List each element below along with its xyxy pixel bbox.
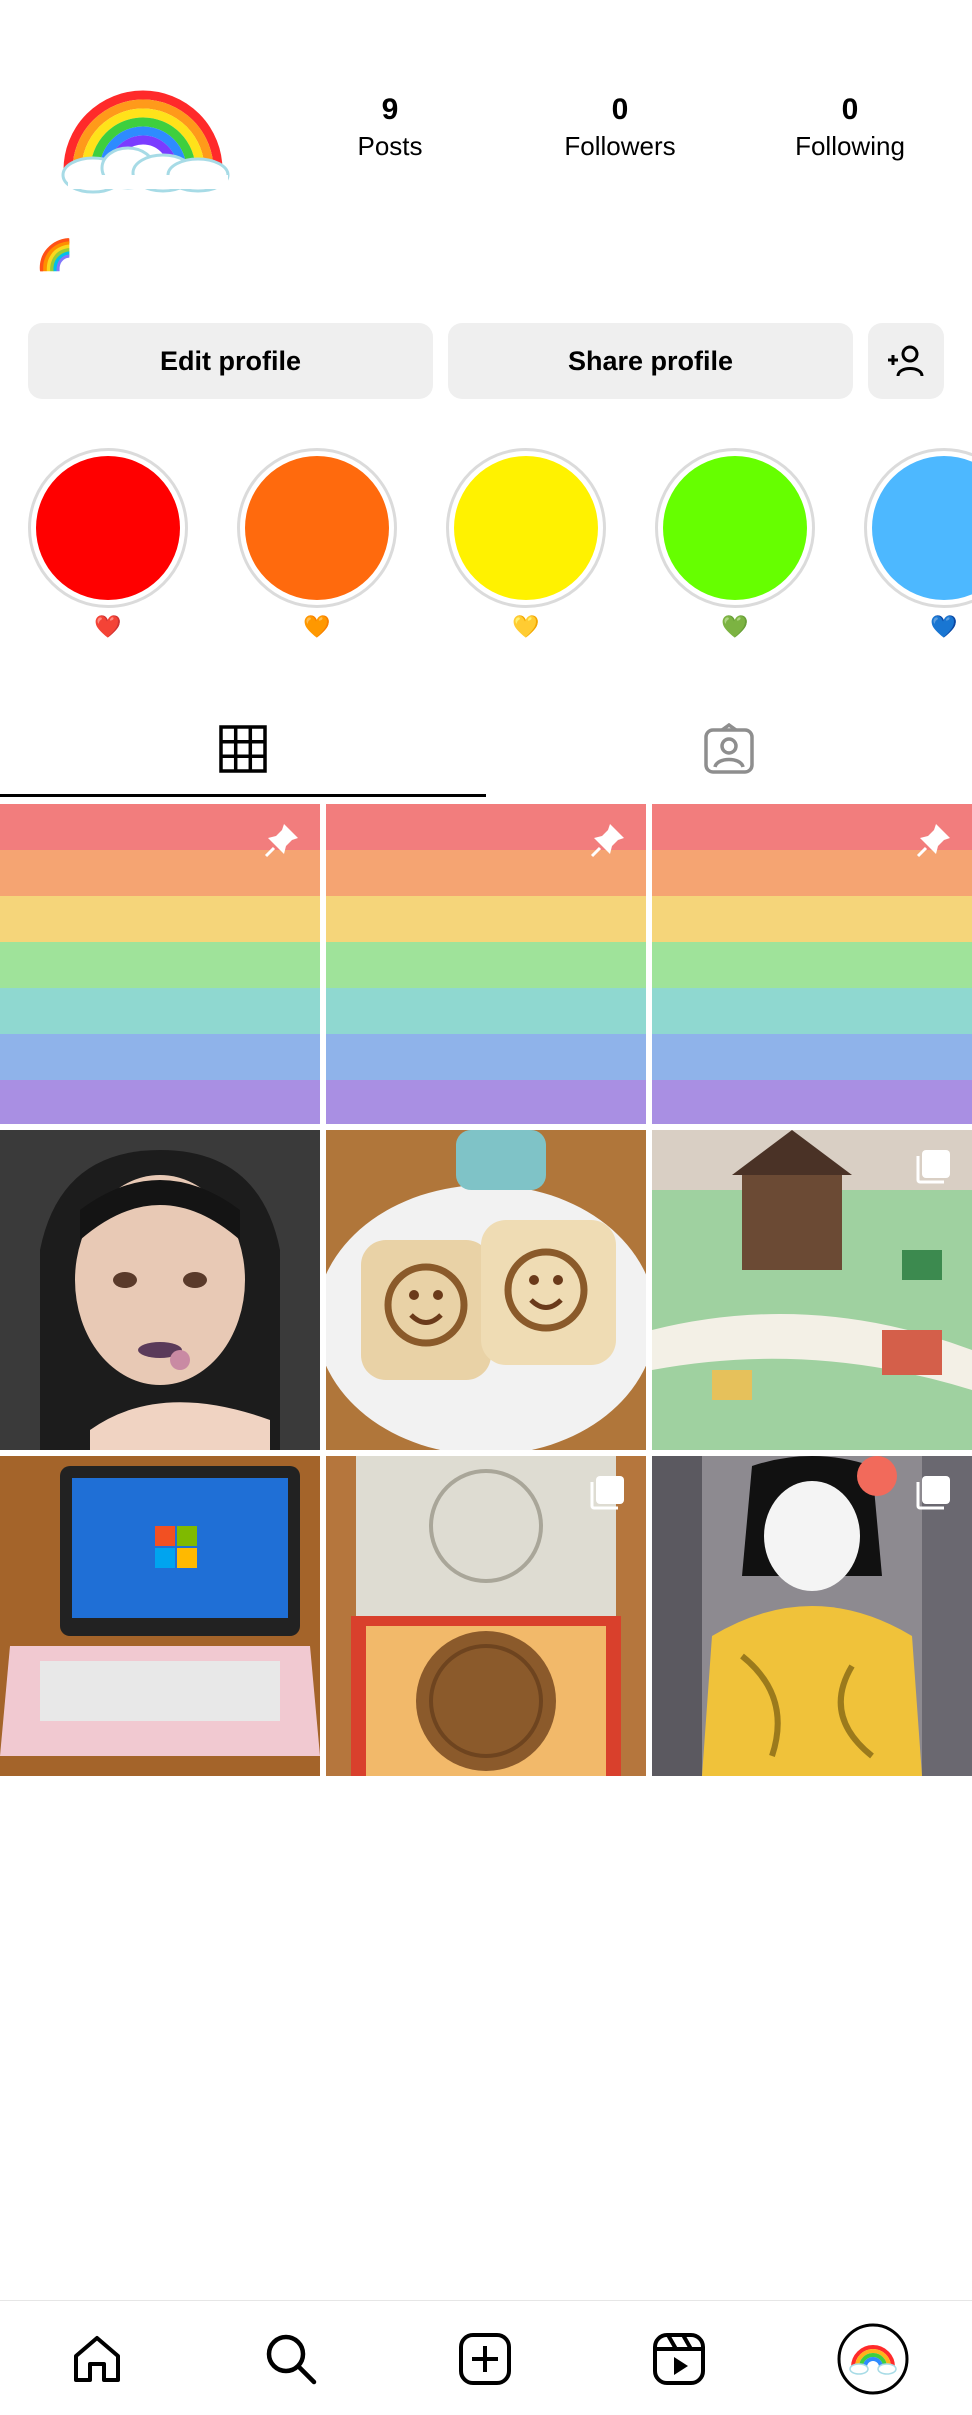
story-highlights: ❤️ 🧡 💛 💚 💙 bbox=[0, 448, 972, 648]
following-label: Following bbox=[795, 131, 905, 161]
highlight-ring bbox=[446, 448, 606, 608]
highlight-blue[interactable]: 💙 bbox=[864, 448, 972, 648]
post-thumbnail[interactable] bbox=[0, 1130, 320, 1450]
add-person-button[interactable] bbox=[868, 323, 944, 399]
highlight-cover bbox=[663, 456, 807, 600]
nav-profile[interactable] bbox=[776, 2301, 970, 2415]
nav-new-post[interactable] bbox=[388, 2301, 582, 2415]
edit-profile-button[interactable]: Edit profile bbox=[28, 323, 433, 399]
highlight-ring bbox=[28, 448, 188, 608]
followers-label: Followers bbox=[564, 131, 676, 161]
post-thumbnail[interactable] bbox=[326, 1130, 646, 1450]
pin-icon bbox=[264, 824, 298, 858]
post-thumbnail[interactable] bbox=[0, 1456, 320, 1776]
highlight-yellow[interactable]: 💛 bbox=[446, 448, 606, 648]
profile-stats: 9 Posts 0 Followers 0 Following bbox=[290, 92, 950, 172]
posts-stat[interactable]: 9 Posts bbox=[290, 92, 490, 172]
highlight-green[interactable]: 💚 bbox=[655, 448, 815, 648]
tab-posts-grid[interactable] bbox=[0, 700, 486, 798]
reels-icon bbox=[653, 2332, 705, 2385]
smiley-toast-photo bbox=[326, 1130, 646, 1450]
highlight-cover bbox=[36, 456, 180, 600]
nav-home[interactable] bbox=[0, 2301, 194, 2415]
followers-stat[interactable]: 0 Followers bbox=[520, 92, 720, 172]
highlight-label: ❤️ bbox=[94, 614, 122, 639]
profile-avatar[interactable] bbox=[38, 55, 248, 225]
post-thumbnail[interactable] bbox=[652, 1456, 972, 1776]
highlight-cover bbox=[454, 456, 598, 600]
post-thumbnail[interactable] bbox=[326, 804, 646, 1124]
highlight-cover bbox=[872, 456, 972, 600]
profile-avatar-icon bbox=[837, 2323, 909, 2394]
post-thumbnail[interactable] bbox=[652, 804, 972, 1124]
highlight-orange[interactable]: 🧡 bbox=[237, 448, 397, 648]
post-thumbnail[interactable] bbox=[652, 1130, 972, 1450]
highlight-ring bbox=[864, 448, 972, 608]
bottom-navigation bbox=[0, 2300, 972, 2415]
highlight-ring bbox=[655, 448, 815, 608]
posts-grid bbox=[0, 804, 972, 1776]
following-count: 0 bbox=[841, 93, 859, 126]
highlight-label: 💚 bbox=[721, 614, 749, 639]
selfie-photo bbox=[0, 1130, 320, 1450]
post-thumbnail[interactable] bbox=[0, 804, 320, 1124]
followers-count: 0 bbox=[611, 93, 629, 126]
profile-page: 9 Posts 0 Followers 0 Following 🌈 Edit p… bbox=[0, 0, 972, 2415]
highlight-cover bbox=[245, 456, 389, 600]
highlight-label: 🧡 bbox=[303, 614, 331, 639]
home-icon bbox=[74, 2335, 120, 2382]
highlight-label: 💙 bbox=[930, 614, 958, 639]
highlight-ring bbox=[237, 448, 397, 608]
active-tab-indicator bbox=[0, 794, 486, 797]
profile-tabs bbox=[0, 700, 972, 800]
add-person-icon bbox=[888, 345, 924, 377]
profile-actions: Edit profile Share profile bbox=[28, 323, 944, 399]
tab-tagged[interactable] bbox=[486, 700, 972, 798]
profile-bio: 🌈 bbox=[36, 239, 74, 272]
rainbow-avatar-icon bbox=[61, 90, 230, 194]
highlight-red[interactable]: ❤️ bbox=[28, 448, 188, 648]
multi-post-icon bbox=[590, 1476, 624, 1510]
highlight-label: 💛 bbox=[512, 614, 540, 639]
new-post-icon bbox=[459, 2332, 511, 2385]
search-icon bbox=[266, 2334, 317, 2384]
nav-search[interactable] bbox=[194, 2301, 388, 2415]
post-thumbnail[interactable] bbox=[326, 1456, 646, 1776]
nav-reels[interactable] bbox=[582, 2301, 776, 2415]
grid-icon bbox=[219, 725, 267, 773]
following-stat[interactable]: 0 Following bbox=[750, 92, 950, 172]
laptop-photo bbox=[0, 1456, 320, 1776]
share-profile-button[interactable]: Share profile bbox=[448, 323, 853, 399]
posts-label: Posts bbox=[357, 131, 423, 161]
pin-icon bbox=[590, 824, 624, 858]
multi-post-icon bbox=[916, 1150, 950, 1184]
profile-header: 9 Posts 0 Followers 0 Following bbox=[0, 0, 972, 220]
pin-icon bbox=[916, 824, 950, 858]
multi-post-icon bbox=[916, 1476, 950, 1510]
tagged-person-icon bbox=[704, 723, 754, 774]
posts-count: 9 bbox=[381, 93, 399, 126]
